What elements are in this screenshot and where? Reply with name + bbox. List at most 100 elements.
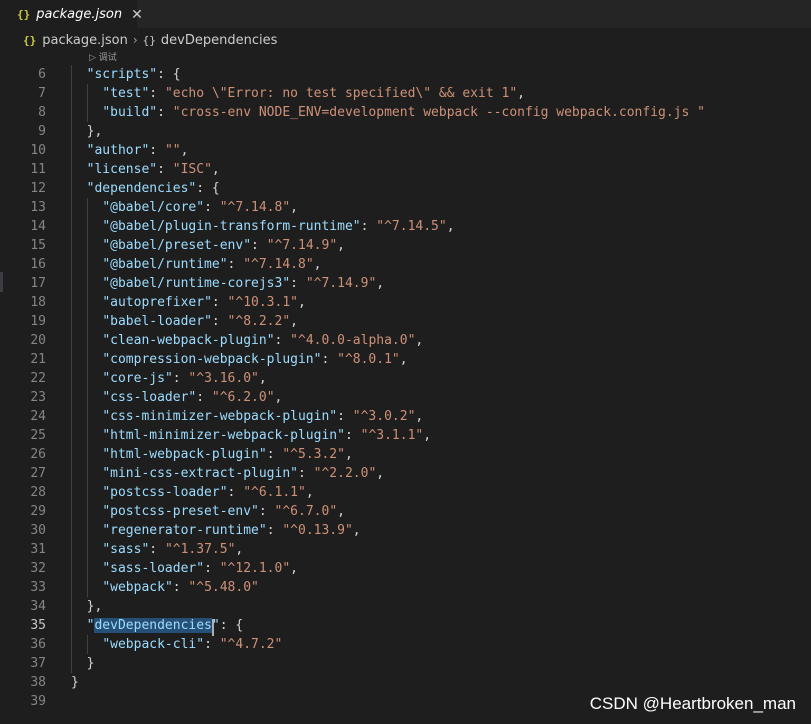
code-line[interactable]: 26 "html-webpack-plugin": "^5.3.2", <box>0 445 811 464</box>
quote: " <box>102 86 111 101</box>
code-line[interactable]: 15 "@babel/preset-env": "^7.14.9", <box>0 236 811 255</box>
code-line[interactable]: 11 "license": "ISC", <box>0 160 811 179</box>
code-line[interactable]: 9 }, <box>0 122 811 141</box>
code-line[interactable]: 35 "devDependencies": { <box>0 616 811 635</box>
line-text: "html-webpack-plugin": "^5.3.2", <box>71 445 352 464</box>
quote: " <box>149 67 158 82</box>
code-line[interactable]: 28 "postcss-loader": "^6.1.1", <box>0 483 811 502</box>
punctuation: : { <box>219 618 244 633</box>
json-string-value: ^1.37.5 <box>172 542 228 557</box>
code-line[interactable]: 36 "webpack-cli": "^4.7.2" <box>0 635 811 654</box>
json-key: @babel/runtime-corejs3 <box>110 276 283 291</box>
json-string-value: ^0.13.9 <box>290 523 345 538</box>
json-key: webpack <box>110 580 165 595</box>
quote: " <box>102 238 111 253</box>
line-number: 32 <box>30 561 46 576</box>
line-text: "sass-loader": "^12.1.0", <box>71 559 298 578</box>
line-number: 16 <box>30 257 46 272</box>
code-line[interactable]: 16 "@babel/runtime": "^7.14.8", <box>0 255 811 274</box>
json-key: @babel/runtime <box>110 257 220 272</box>
json-key: core-js <box>110 371 165 386</box>
json-string-value: ^4.7.2 <box>227 637 275 652</box>
code-line[interactable]: 18 "autoprefixer": "^10.3.1", <box>0 293 811 312</box>
line-number: 9 <box>38 124 46 139</box>
line-number: 31 <box>30 542 46 557</box>
code-line[interactable]: 23 "css-loader": "^6.2.0", <box>0 388 811 407</box>
code-line[interactable]: 19 "babel-loader": "^8.2.2", <box>0 312 811 331</box>
code-line[interactable]: 29 "postcss-preset-env": "^6.7.0", <box>0 502 811 521</box>
code-line[interactable]: 13 "@babel/core": "^7.14.8", <box>0 198 811 217</box>
code-line[interactable]: 30 "regenerator-runtime": "^0.13.9", <box>0 521 811 540</box>
line-number: 39 <box>30 694 46 709</box>
code-line[interactable]: 32 "sass-loader": "^12.1.0", <box>0 559 811 578</box>
code-line[interactable]: 38} <box>0 673 811 692</box>
code-line[interactable]: 6 "scripts": { <box>0 65 811 84</box>
punctuation: : <box>321 352 338 367</box>
line-text: "author": "", <box>71 141 189 160</box>
quote: " <box>282 200 291 215</box>
quote: " <box>438 219 447 234</box>
close-icon[interactable]: ✕ <box>131 7 143 23</box>
punctuation: } <box>86 656 95 671</box>
json-key: css-minimizer-webpack-plugin <box>110 409 330 424</box>
quote: " <box>172 105 181 120</box>
code-line[interactable]: 8 "build": "cross-env NODE_ENV=developme… <box>0 103 811 122</box>
code-line[interactable]: 31 "sass": "^1.37.5", <box>0 540 811 559</box>
quote: " <box>266 238 275 253</box>
json-string-value: ^12.1.0 <box>227 561 283 576</box>
breadcrumb-file[interactable]: package.json <box>42 33 128 48</box>
punctuation: , <box>446 219 455 234</box>
code-line[interactable]: 33 "webpack": "^5.48.0" <box>0 578 811 597</box>
quote: " <box>337 428 345 443</box>
quote: " <box>164 86 173 101</box>
quote: " <box>344 523 353 538</box>
line-number: 33 <box>30 580 46 595</box>
punctuation: , <box>290 314 298 329</box>
codelens-debug[interactable]: ▷ 调试 <box>89 51 117 65</box>
code-line[interactable]: 10 "author": "", <box>0 141 811 160</box>
quote: " <box>102 257 111 272</box>
code-line[interactable]: 22 "core-js": "^3.16.0", <box>0 369 811 388</box>
quote: " <box>329 504 338 519</box>
punctuation: : <box>204 561 220 576</box>
quote: " <box>102 428 111 443</box>
quote: " <box>164 143 173 158</box>
code-line[interactable]: 37 } <box>0 654 811 673</box>
json-string-value: ^6.2.0 <box>219 390 267 405</box>
tab-package-json[interactable]: {} package.json ✕ <box>0 0 143 28</box>
quote: " <box>352 219 361 234</box>
editor-code[interactable]: 6 "scripts": {7 "test": "echo \"Error: n… <box>0 65 811 711</box>
code-line[interactable]: 21 "compression-webpack-plugin": "^8.0.1… <box>0 350 811 369</box>
code-line[interactable]: 27 "mini-css-extract-plugin": "^2.2.0", <box>0 464 811 483</box>
line-text: "html-minimizer-webpack-plugin": "^3.1.1… <box>71 426 431 445</box>
line-number: 25 <box>30 428 46 443</box>
code-line[interactable]: 20 "clean-webpack-plugin": "^4.0.0-alpha… <box>0 331 811 350</box>
code-line[interactable]: 17 "@babel/runtime-corejs3": "^7.14.9", <box>0 274 811 293</box>
quote: " <box>102 504 111 519</box>
line-number: 15 <box>30 238 46 253</box>
quote: " <box>258 523 267 538</box>
line-number: 6 <box>38 67 46 82</box>
quote: " <box>509 86 518 101</box>
code-line[interactable]: 7 "test": "echo \"Error: no test specifi… <box>0 84 811 103</box>
punctuation: : <box>149 86 165 101</box>
punctuation: : <box>266 523 283 538</box>
line-number: 28 <box>30 485 46 500</box>
quote: " <box>211 390 220 405</box>
code-line[interactable]: 24 "css-minimizer-webpack-plugin": "^3.0… <box>0 407 811 426</box>
code-line[interactable]: 14 "@babel/plugin-transform-runtime": "^… <box>0 217 811 236</box>
breadcrumb-symbol[interactable]: devDependencies <box>161 33 277 48</box>
punctuation: }, <box>86 599 103 614</box>
line-text: "@babel/runtime-corejs3": "^7.14.9", <box>71 274 384 293</box>
quote: " <box>204 295 212 310</box>
code-line[interactable]: 12 "dependencies": { <box>0 179 811 198</box>
quote: " <box>298 485 306 500</box>
line-text: } <box>71 654 95 673</box>
punctuation: : <box>258 504 275 519</box>
code-line[interactable]: 34 }, <box>0 597 811 616</box>
quote: " <box>102 390 111 405</box>
punctuation: , <box>376 276 385 291</box>
code-line[interactable]: 25 "html-minimizer-webpack-plugin": "^3.… <box>0 426 811 445</box>
line-text: "license": "ISC", <box>71 160 220 179</box>
